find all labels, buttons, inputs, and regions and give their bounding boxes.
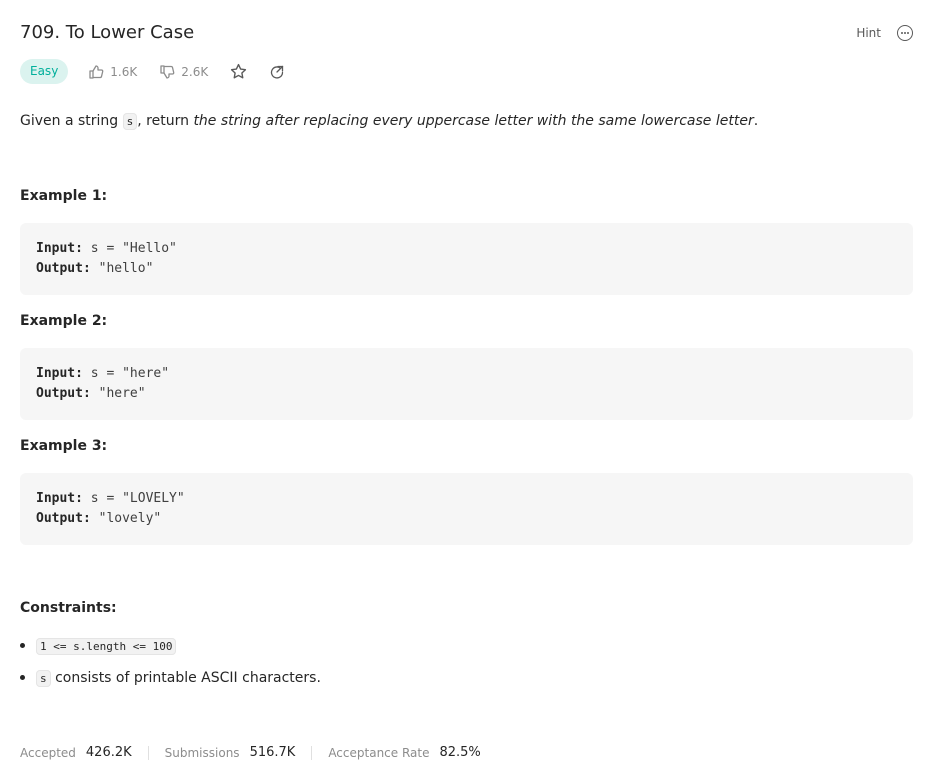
star-icon [231, 63, 247, 79]
example-input: s = "LOVELY" [82, 491, 185, 506]
accepted-value: 426.2K [85, 745, 132, 760]
problem-meta-row: Easy 1.6K 2.6K [20, 59, 307, 84]
constraint-item: s consists of printable ASCII characters… [20, 667, 321, 699]
hint-button[interactable]: Hint [856, 26, 881, 40]
favorite-button[interactable] [230, 63, 247, 80]
example-box: Input: s = "LOVELY" Output: "lovely" [20, 473, 913, 545]
example-input: s = "Hello" [82, 241, 177, 256]
inline-code: s [36, 670, 51, 687]
stat-divider [311, 745, 313, 760]
submissions-value: 516.7K [249, 745, 296, 760]
inline-code: 1 <= s.length <= 100 [36, 638, 177, 655]
submission-stats: Accepted 426.2K Submissions 516.7K Accep… [20, 745, 481, 760]
example-output: "here" [90, 386, 146, 401]
submissions-label: Submissions [164, 745, 240, 760]
constraints-heading: Constraints: [20, 600, 117, 616]
constraints-list: 1 <= s.length <= 100 s consists of print… [20, 635, 321, 699]
example-output: "hello" [90, 261, 154, 276]
acceptance-rate-value: 82.5% [439, 745, 481, 760]
stat-divider [147, 745, 149, 760]
share-icon [271, 65, 284, 79]
thumbs-up-icon [89, 64, 104, 79]
constraint-item: 1 <= s.length <= 100 [20, 635, 321, 667]
like-count: 1.6K [110, 64, 138, 79]
example-heading: Example 1: [20, 188, 108, 204]
example-box: Input: s = "here" Output: "here" [20, 348, 913, 420]
problem-statement: Given a string s, return the string afte… [20, 113, 759, 130]
like-button[interactable]: 1.6K [88, 64, 137, 80]
share-button[interactable] [269, 64, 285, 80]
more-horizontal-icon[interactable] [897, 25, 913, 41]
thumbs-down-icon [160, 64, 175, 79]
dislike-button[interactable]: 2.6K [159, 64, 208, 80]
example-input: s = "here" [82, 366, 170, 381]
accepted-label: Accepted [20, 745, 76, 760]
inline-code: s [122, 113, 138, 130]
example-output: "lovely" [90, 511, 162, 526]
difficulty-badge: Easy [20, 59, 69, 84]
dislike-count: 2.6K [181, 64, 209, 79]
example-heading: Example 2: [20, 313, 108, 329]
acceptance-rate-label: Acceptance Rate [328, 745, 430, 760]
problem-title: 709. To Lower Case [20, 22, 195, 43]
emphasis-text: the string after replacing every upperca… [193, 113, 754, 129]
example-heading: Example 3: [20, 438, 108, 454]
example-box: Input: s = "Hello" Output: "hello" [20, 223, 913, 295]
top-actions: Hint [856, 25, 913, 41]
